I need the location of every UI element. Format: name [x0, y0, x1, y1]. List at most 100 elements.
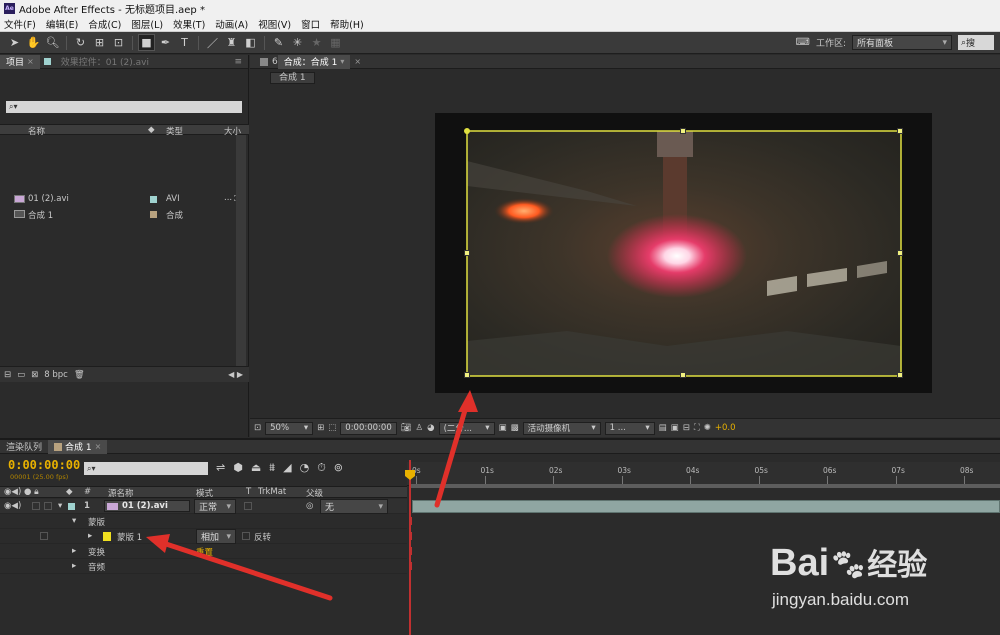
resolution-select[interactable]: (二分... ▾	[438, 421, 495, 435]
hand-tool-icon[interactable]: ✋	[25, 34, 42, 51]
column-parent[interactable]: 父级	[306, 487, 323, 499]
tab-project[interactable]: 项目 ×	[0, 54, 40, 69]
pick-whip-icon[interactable]: ◎	[306, 501, 313, 511]
close-icon[interactable]: ×	[354, 57, 361, 66]
comp-breadcrumb[interactable]: 合成 1	[270, 72, 315, 84]
always-preview-icon[interactable]: ⊡	[254, 423, 261, 433]
mask-handle[interactable]	[897, 372, 903, 378]
stopwatch-icon[interactable]: ⏱	[317, 461, 326, 475]
workspace-select[interactable]: 所有面板	[852, 35, 952, 50]
tab-composition[interactable]: 合成：合成 1 ▾	[277, 54, 351, 69]
column-mode[interactable]: 模式	[196, 487, 213, 499]
clone-stamp-tool-icon[interactable]: ♜	[223, 34, 240, 51]
mask-visibility-icon[interactable]: ⬚	[328, 423, 336, 433]
timeline-search-input[interactable]: ⌕▾	[84, 462, 208, 475]
scroll-arrows-icon[interactable]: ◀ ▶	[228, 370, 243, 379]
exposure-icon[interactable]: ✺	[704, 423, 711, 433]
show-snapshot-icon[interactable]: ♙	[416, 423, 424, 433]
chevron-right-icon[interactable]: ▸	[88, 531, 92, 541]
interpret-footage-icon[interactable]: ⊟	[4, 370, 11, 380]
mask-outline[interactable]	[462, 126, 907, 382]
new-composition-icon[interactable]: ⊠	[31, 370, 38, 380]
region-of-interest-icon[interactable]: ▣	[499, 423, 507, 433]
time-ruler[interactable]: 0s 01s 02s 03s 04s 05s 06s 07s 08s	[407, 462, 1000, 486]
menu-edit[interactable]: 编辑(E)	[46, 17, 78, 31]
reset-link[interactable]: 重置	[196, 546, 213, 558]
tab-render-queue[interactable]: 渲染队列	[0, 440, 48, 454]
camera-tool-icon[interactable]: ⊞	[91, 34, 108, 51]
rotation-tool-icon[interactable]: ↻	[72, 34, 89, 51]
layer-name-box[interactable]: 01 (2).avi	[104, 500, 190, 512]
blend-mode-select[interactable]: 正常	[194, 499, 236, 514]
layer-duration-bar[interactable]	[412, 500, 1000, 513]
audio-row[interactable]: ▸ 音频	[0, 559, 407, 574]
bpc-label[interactable]: 8 bpc	[44, 370, 68, 380]
fast-previews-icon[interactable]: ▣	[671, 423, 679, 433]
transform-row[interactable]: ▸ 变换 重置	[0, 544, 407, 559]
layer-row[interactable]: ◉◀) ▾ 1 01 (2).avi 正常 ◎ 无	[0, 499, 407, 514]
brainstorm-icon[interactable]: ⊚	[334, 461, 343, 475]
menu-layer[interactable]: 图层(L)	[131, 17, 163, 31]
close-icon[interactable]: ×	[27, 57, 34, 66]
motion-blur-icon[interactable]: ◢	[283, 461, 291, 475]
transparency-grid-icon[interactable]: ▩	[511, 423, 519, 433]
channel-icon[interactable]: ◕	[427, 423, 434, 433]
mask-invert-checkbox[interactable]	[242, 532, 250, 540]
column-type[interactable]: 类型	[166, 125, 183, 137]
column-number[interactable]: #	[84, 487, 91, 497]
menu-animation[interactable]: 动画(A)	[215, 17, 248, 31]
menu-composition[interactable]: 合成(C)	[88, 17, 121, 31]
chevron-down-icon[interactable]: ▾	[58, 501, 62, 511]
close-icon[interactable]: ×	[95, 442, 102, 451]
column-name[interactable]: 名称	[28, 125, 45, 137]
solo-checkbox[interactable]	[32, 502, 40, 510]
menu-help[interactable]: 帮助(H)	[330, 17, 364, 31]
mask-handle[interactable]	[464, 250, 470, 256]
roto-brush-tool-icon[interactable]: ✎	[270, 34, 287, 51]
lock-checkbox[interactable]	[44, 502, 52, 510]
column-source-name[interactable]: 源名称	[108, 487, 134, 499]
pan-behind-tool-icon[interactable]: ⊡	[110, 34, 127, 51]
chevron-down-icon[interactable]: ▾	[72, 516, 76, 526]
project-item[interactable]: 01 (2).avi AVI ... ⛶	[0, 192, 249, 206]
parent-select[interactable]: 无	[320, 499, 388, 514]
tab-effect-controls[interactable]: 效果控件：01 (2).avi	[55, 55, 155, 69]
masks-group-row[interactable]: ▾ 蒙版	[0, 514, 407, 529]
help-search-input[interactable]: ⌕ 搜	[958, 35, 994, 50]
label-swatch[interactable]	[68, 503, 75, 510]
selection-tool-icon[interactable]: ➤	[6, 34, 23, 51]
eraser-tool-icon[interactable]: ◧	[242, 34, 259, 51]
chevron-right-icon[interactable]: ▸	[72, 561, 76, 571]
snapshot-icon[interactable]: 📷︎	[401, 423, 412, 433]
trash-icon[interactable]: 🗑	[74, 370, 85, 380]
tab-comp[interactable]: 合成 1 ×	[48, 439, 108, 454]
shy-icon[interactable]: ⏏	[251, 461, 261, 475]
frame-blending-icon[interactable]: ⩩	[269, 461, 275, 475]
column-trkmat[interactable]: TrkMat	[258, 487, 286, 497]
current-time-field[interactable]: 0:00:00:00	[340, 421, 397, 435]
mask-handle[interactable]	[680, 128, 686, 134]
graph-editor-icon[interactable]: ◔	[300, 461, 310, 475]
mask-handle[interactable]	[897, 128, 903, 134]
puppet-tool-icon[interactable]: ✳	[289, 34, 306, 51]
close-icon[interactable]: ▾	[340, 57, 344, 66]
new-folder-icon[interactable]: ▭	[17, 370, 25, 380]
menu-effect[interactable]: 效果(T)	[173, 17, 205, 31]
toggle-pixel-icon[interactable]: ▤	[659, 423, 667, 433]
exposure-value[interactable]: +0.0	[715, 423, 736, 433]
rectangle-tool-icon[interactable]: ■	[138, 34, 155, 51]
mask-mode-select[interactable]: 相加	[196, 529, 236, 544]
column-t[interactable]: T	[246, 487, 251, 497]
safe-zones-icon[interactable]: ⊞	[317, 423, 324, 433]
brush-tool-icon[interactable]: ／	[204, 34, 221, 51]
timeline-timecode[interactable]: 0:00:00:00	[8, 458, 80, 472]
preserve-transparency-checkbox[interactable]	[244, 502, 252, 510]
mask-handle[interactable]	[680, 372, 686, 378]
draft-3d-icon[interactable]: ⬢	[233, 461, 243, 475]
comp-mini-flowchart-icon[interactable]: ⇌	[216, 461, 225, 475]
mask-path[interactable]	[466, 130, 902, 377]
project-item[interactable]: 合成 1 合成	[0, 207, 249, 221]
av-features-icon[interactable]: ◉◀) ● 🔒︎	[4, 487, 39, 497]
project-scrollbar[interactable]	[236, 135, 246, 366]
pen-tool-icon[interactable]: ✒	[157, 34, 174, 51]
